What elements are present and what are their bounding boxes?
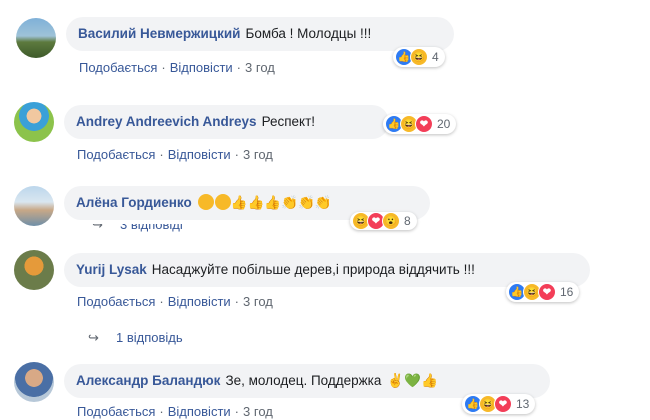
- comment-time[interactable]: 3 год: [243, 294, 273, 309]
- comment-time[interactable]: 3 год: [243, 404, 273, 419]
- reaction-count: 13: [516, 397, 530, 411]
- reaction-count: 20: [437, 117, 451, 131]
- replies-count[interactable]: 1 відповідь: [116, 330, 183, 345]
- clap-emoji-icon: 👏: [314, 195, 332, 210]
- clap-emoji-icon: 👏: [298, 195, 315, 210]
- comment-bubble: Andrey Andreevich Andreys Респект!: [64, 105, 389, 139]
- comment-text: Насаджуйте побільше дерев,і природа відд…: [151, 262, 475, 277]
- view-replies-link[interactable]: ↪ 1 відповідь: [88, 330, 183, 346]
- victory-emoji-icon: ✌: [387, 373, 405, 388]
- like-link[interactable]: Подобається: [77, 147, 155, 162]
- reaction-count: 16: [560, 285, 574, 299]
- love-reaction-icon: ❤: [415, 115, 433, 133]
- reply-link[interactable]: Відповісти: [168, 147, 231, 162]
- reaction-summary[interactable]: 😆 ❤ 😮 8: [350, 212, 417, 230]
- emoji-string: ✌💚👍: [387, 373, 437, 388]
- kiss-emoji-icon: [214, 194, 231, 210]
- reply-link[interactable]: Відповісти: [170, 60, 233, 75]
- comment-actions: Подобається · Відповісти · 3 год: [77, 294, 273, 309]
- comment-author[interactable]: Василий Невмержицкий: [78, 26, 240, 41]
- haha-reaction-icon: 😆: [410, 48, 428, 66]
- avatar[interactable]: [14, 250, 54, 290]
- emoji-string: 👍👍👍👏👏👏: [197, 194, 332, 210]
- comment-author[interactable]: Александр Баландюк: [76, 373, 220, 388]
- love-reaction-icon: ❤: [538, 283, 556, 301]
- reaction-summary[interactable]: 👍 😆 ❤ 13: [462, 394, 536, 414]
- reply-arrow-icon: ↪: [92, 224, 103, 232]
- reaction-summary[interactable]: 👍 😆 4: [393, 47, 445, 67]
- reply-arrow-icon: ↪: [88, 330, 99, 345]
- thumbs-up-emoji-icon: 👍: [247, 195, 265, 210]
- reaction-count: 8: [404, 214, 411, 228]
- avatar[interactable]: [14, 362, 54, 402]
- comment-author[interactable]: Andrey Andreevich Andreys: [76, 114, 257, 129]
- replies-count[interactable]: 3 відповіді: [120, 224, 183, 232]
- like-link[interactable]: Подобається: [79, 60, 157, 75]
- wow-reaction-icon: 😮: [382, 212, 400, 230]
- comment-text: Респект!: [261, 114, 316, 129]
- love-reaction-icon: ❤: [494, 395, 512, 413]
- reply-link[interactable]: Відповісти: [168, 294, 231, 309]
- comment-author[interactable]: Yurij Lysak: [76, 262, 147, 277]
- comment-time[interactable]: 3 год: [245, 60, 275, 75]
- comment-actions: Подобається · Відповісти · 3 год: [77, 404, 273, 419]
- reply-link[interactable]: Відповісти: [168, 404, 231, 419]
- smile-emoji-icon: [197, 194, 214, 210]
- avatar[interactable]: [16, 18, 56, 58]
- clap-emoji-icon: 👏: [281, 195, 298, 210]
- like-link[interactable]: Подобається: [77, 294, 155, 309]
- avatar[interactable]: [14, 186, 54, 226]
- comment-bubble: Александр Баландюк Зе, молодец. Поддержка…: [64, 364, 550, 398]
- comment-actions: Подобається · Відповісти · 3 год: [77, 147, 273, 162]
- comment-time[interactable]: 3 год: [243, 147, 273, 162]
- comment-text: Бомба ! Молодцы !!!: [245, 26, 372, 41]
- green-heart-emoji-icon: 💚: [404, 373, 422, 388]
- comment-text: Зе, молодец. Поддержка: [225, 373, 382, 388]
- comment-author[interactable]: Алёна Гордиенко: [76, 195, 192, 210]
- comment-bubble: Василий Невмержицкий Бомба ! Молодцы !!!: [66, 17, 454, 51]
- comment-actions: Подобається · Відповісти · 3 год: [79, 60, 275, 75]
- reaction-count: 4: [432, 50, 439, 64]
- thumbs-up-emoji-icon: 👍: [264, 195, 282, 210]
- avatar[interactable]: [14, 102, 54, 142]
- thumbs-up-emoji-icon: 👍: [230, 195, 248, 210]
- reaction-summary[interactable]: 👍 😆 ❤ 20: [383, 114, 457, 134]
- like-link[interactable]: Подобається: [77, 404, 155, 419]
- reaction-summary[interactable]: 👍 😆 ❤ 16: [506, 282, 580, 302]
- view-replies-link[interactable]: ↪ 3 відповіді: [92, 224, 183, 232]
- thumbs-up-emoji-icon: 👍: [421, 373, 438, 388]
